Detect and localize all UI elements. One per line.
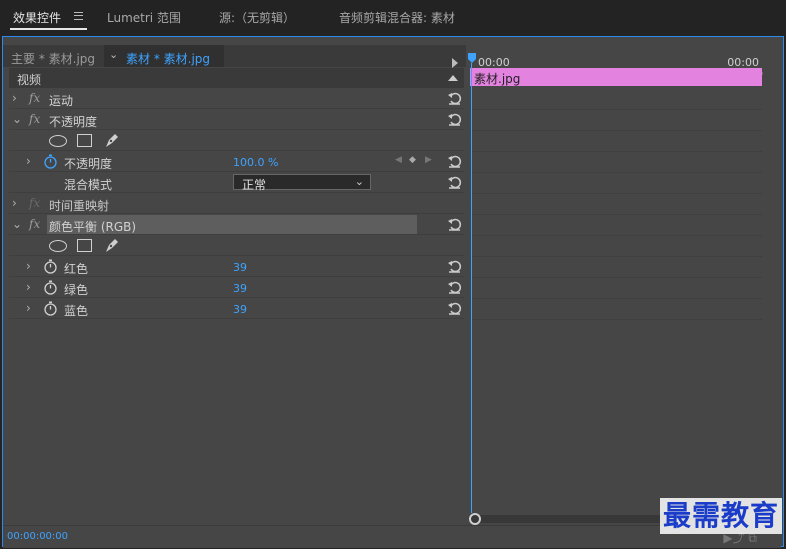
fx-icon[interactable]: fx xyxy=(29,91,40,105)
chevron-right-icon[interactable]: › xyxy=(12,91,17,105)
track-divider xyxy=(470,193,762,194)
video-section-header: 视频 xyxy=(9,68,464,88)
reset-icon[interactable] xyxy=(447,258,463,274)
blue-value[interactable]: 39 xyxy=(233,303,247,316)
chevron-right-icon[interactable]: › xyxy=(26,154,31,168)
property-name-blend-mode: 混合模式 xyxy=(64,178,113,192)
effect-row-color-balance[interactable]: ⌄ fx 颜色平衡 (RGB) xyxy=(9,215,464,235)
effect-name-time-remap: 时间重映射 xyxy=(49,199,110,213)
reset-icon[interactable] xyxy=(447,216,463,232)
panel-menu-icon[interactable] xyxy=(74,12,83,20)
fx-icon: fx xyxy=(29,196,41,210)
fx-icon[interactable]: fx xyxy=(29,112,40,126)
mask-tools-row xyxy=(9,131,464,151)
effect-row-time-remap[interactable]: › fx 时间重映射 xyxy=(9,194,464,214)
next-keyframe-icon[interactable]: ▶ xyxy=(425,155,432,165)
reset-icon[interactable] xyxy=(447,279,463,295)
add-keyframe-icon[interactable]: ◆ xyxy=(409,155,416,165)
track-divider xyxy=(470,109,762,110)
effects-list: 主要 * 素材.jpg ⌄ 素材 * 素材.jpg 视频 › fx 运动 ⌄ f… xyxy=(3,37,466,546)
ellipse-mask-icon[interactable] xyxy=(49,135,67,147)
reset-icon[interactable] xyxy=(447,90,463,106)
panel-tab-bar: 效果控件 Lumetri 范围 源:（无剪辑） 音频剪辑混合器: 素材 xyxy=(0,0,786,36)
scrollbar-handle[interactable] xyxy=(469,513,481,525)
playhead-line xyxy=(471,63,472,513)
ellipse-mask-icon[interactable] xyxy=(49,240,67,252)
tab-effect-controls[interactable]: 效果控件 xyxy=(13,9,61,26)
effect-controls-panel: 主要 * 素材.jpg ⌄ 素材 * 素材.jpg 视频 › fx 运动 ⌄ f… xyxy=(2,36,784,548)
collapse-caret-icon[interactable] xyxy=(448,75,458,81)
chevron-right-icon[interactable]: › xyxy=(26,280,31,294)
effect-name-color-balance: 颜色平衡 (RGB) xyxy=(49,220,137,234)
show-timeline-arrow-icon[interactable] xyxy=(452,58,458,68)
property-row-opacity[interactable]: › 不透明度 100.0 % ◀ ◆ ▶ xyxy=(9,152,464,172)
previous-keyframe-icon[interactable]: ◀ xyxy=(395,155,402,165)
property-name-opacity: 不透明度 xyxy=(64,157,113,171)
reset-icon[interactable] xyxy=(447,300,463,316)
track-divider xyxy=(470,151,762,152)
track-divider xyxy=(470,214,762,215)
current-timecode[interactable]: 00:00:00:00 xyxy=(7,531,68,542)
track-divider xyxy=(470,130,762,131)
clip-block[interactable]: 素材.jpg xyxy=(470,68,762,86)
effect-name-opacity: 不透明度 xyxy=(49,115,98,129)
clip-selector-bar: 主要 * 素材.jpg ⌄ 素材 * 素材.jpg xyxy=(3,45,466,68)
stopwatch-icon[interactable] xyxy=(43,301,58,316)
track-divider xyxy=(470,256,762,257)
blend-mode-selected: 正常 xyxy=(242,178,267,192)
mask-tools-row xyxy=(9,236,464,256)
rectangle-mask-icon[interactable] xyxy=(77,239,92,252)
reset-icon[interactable] xyxy=(447,111,463,127)
tab-audio-clip-mixer[interactable]: 音频剪辑混合器: 素材 xyxy=(339,9,455,26)
property-name-blue: 蓝色 xyxy=(64,304,89,318)
effect-name-motion: 运动 xyxy=(49,94,74,108)
blend-mode-dropdown[interactable]: 正常 ⌄ xyxy=(233,174,371,192)
master-clip-label[interactable]: 主要 * 素材.jpg xyxy=(11,50,95,67)
opacity-value[interactable]: 100.0 % xyxy=(233,156,278,169)
effect-row-motion[interactable]: › fx 运动 xyxy=(9,89,464,109)
reset-icon[interactable] xyxy=(447,153,463,169)
green-value[interactable]: 39 xyxy=(233,282,247,295)
stopwatch-icon[interactable] xyxy=(43,154,58,169)
chevron-right-icon[interactable]: › xyxy=(26,259,31,273)
property-name-green: 绿色 xyxy=(64,283,89,297)
clip-block-label: 素材.jpg xyxy=(474,72,521,86)
tab-lumetri-scopes[interactable]: Lumetri 范围 xyxy=(107,9,181,26)
stopwatch-icon[interactable] xyxy=(43,280,58,295)
fx-icon[interactable]: fx xyxy=(29,217,40,231)
property-row-blue[interactable]: › 蓝色 39 xyxy=(9,299,464,319)
reset-icon[interactable] xyxy=(447,174,463,190)
tab-source[interactable]: 源:（无剪辑） xyxy=(219,9,295,26)
chevron-down-icon: ⌄ xyxy=(354,175,364,188)
time-ruler[interactable]: 00:00 00:00 xyxy=(468,45,781,75)
track-divider xyxy=(470,235,762,236)
track-divider xyxy=(470,172,762,173)
current-clip-tab[interactable]: ⌄ 素材 * 素材.jpg xyxy=(104,45,224,67)
track-divider xyxy=(470,298,762,299)
chevron-right-icon[interactable]: › xyxy=(12,196,17,210)
stopwatch-icon[interactable] xyxy=(43,259,58,274)
property-row-green[interactable]: › 绿色 39 xyxy=(9,278,464,298)
chevron-down-icon[interactable]: ⌄ xyxy=(12,112,22,126)
video-section-label: 视频 xyxy=(17,73,42,87)
red-value[interactable]: 39 xyxy=(233,261,247,274)
chevron-down-icon[interactable]: ⌄ xyxy=(109,48,118,61)
property-row-blend-mode: 混合模式 正常 ⌄ xyxy=(9,173,464,193)
track-divider xyxy=(470,277,762,278)
property-name-red: 红色 xyxy=(64,262,89,276)
playhead-handle[interactable] xyxy=(468,53,476,63)
rectangle-mask-icon[interactable] xyxy=(77,134,92,147)
current-clip-label: 素材 * 素材.jpg xyxy=(126,52,211,66)
effect-row-opacity[interactable]: ⌄ fx 不透明度 xyxy=(9,110,464,130)
watermark-logo: 最需教育 xyxy=(660,498,783,534)
pen-mask-icon[interactable] xyxy=(103,131,121,149)
pen-mask-icon[interactable] xyxy=(103,236,121,254)
property-row-red[interactable]: › 红色 39 xyxy=(9,257,464,277)
track-divider xyxy=(470,319,762,320)
keyframe-timeline: 00:00 00:00 素材.jpg xyxy=(466,37,783,546)
active-tab-underline xyxy=(10,28,87,30)
chevron-down-icon[interactable]: ⌄ xyxy=(12,217,22,231)
chevron-right-icon[interactable]: › xyxy=(26,301,31,315)
